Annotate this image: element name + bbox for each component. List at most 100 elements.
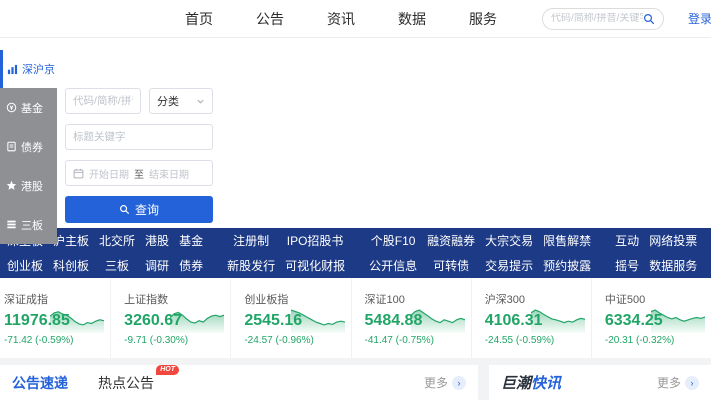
hot-badge: HOT xyxy=(156,365,179,375)
market-sidebar: 深沪京 基金 债券 xyxy=(0,50,57,244)
global-search-input[interactable] xyxy=(551,13,643,24)
tab-hot-announcements[interactable]: 热点公告 HOT xyxy=(98,373,154,393)
mega-link[interactable]: 互动 xyxy=(615,232,639,249)
nav-services[interactable]: 服务 xyxy=(469,9,497,29)
index-value: 2545.16 xyxy=(244,312,290,330)
index-change: -9.71 (-0.30%) xyxy=(124,335,170,346)
index-card-cybz[interactable]: 创业板指 2545.16 -24.57 (-0.96%) xyxy=(230,278,350,358)
sidebar-item-shenhujing[interactable]: 深沪京 xyxy=(0,50,57,88)
mega-link[interactable]: 科创板 xyxy=(53,257,89,274)
juchao-news-panel: 巨潮快讯 更多 › xyxy=(489,365,711,400)
nav-news[interactable]: 资讯 xyxy=(327,9,355,29)
code-input[interactable] xyxy=(73,95,133,107)
index-change: -41.47 (-0.75%) xyxy=(365,335,411,346)
sparkline-chart xyxy=(50,303,104,333)
nav-home[interactable]: 首页 xyxy=(185,9,213,29)
index-card-hs300[interactable]: 沪深300 4106.31 -24.55 (-0.59%) xyxy=(471,278,591,358)
mega-link[interactable]: 公开信息 xyxy=(369,257,417,274)
calendar-icon xyxy=(73,168,84,179)
more-link[interactable]: 更多 › xyxy=(657,374,699,391)
sidebar-item-label: 港股 xyxy=(21,178,43,194)
mega-link[interactable]: 融资融券 xyxy=(427,232,475,249)
sparkline-chart xyxy=(531,303,585,333)
index-change: -24.57 (-0.96%) xyxy=(244,335,290,346)
index-value: 11976.85 xyxy=(4,312,50,330)
top-header: 首页 公告 资讯 数据 服务 登录 注册 xyxy=(0,0,711,38)
mega-link[interactable]: 新股发行 xyxy=(227,257,275,274)
mega-link[interactable]: 基金 xyxy=(179,232,203,249)
code-field-wrap xyxy=(65,88,141,114)
index-value: 5484.88 xyxy=(365,312,411,330)
category-value: 分类 xyxy=(157,93,179,109)
mega-nav: 深主板 创业板 沪主板 科创板 北交所 三板 港股 调研 基金 债券 注册制 新… xyxy=(0,228,711,278)
mega-link[interactable]: 可转债 xyxy=(427,257,475,274)
main-area: 深沪京 基金 债券 xyxy=(0,38,711,228)
star-icon xyxy=(6,180,17,191)
category-select[interactable]: 分类 xyxy=(149,88,213,114)
mega-link[interactable]: 交易提示 xyxy=(485,257,533,274)
global-search[interactable] xyxy=(542,8,664,30)
keyword-field-wrap xyxy=(65,124,213,150)
index-card-zz500[interactable]: 中证500 6334.25 -20.31 (-0.32%) xyxy=(591,278,711,358)
sidebar-item-hk-stocks[interactable]: 港股 xyxy=(0,166,57,205)
mega-link[interactable]: 限售解禁 xyxy=(543,232,591,249)
index-change: -24.55 (-0.59%) xyxy=(485,335,531,346)
announcement-query-form: 分类 xyxy=(65,88,213,223)
mega-link[interactable]: 调研 xyxy=(145,257,169,274)
board-icon xyxy=(6,219,17,230)
sidebar-item-bonds[interactable]: 债券 xyxy=(0,127,57,166)
mega-link[interactable]: 预约披露 xyxy=(543,257,591,274)
mega-link[interactable]: 可视化财报 xyxy=(285,257,345,274)
mega-link[interactable]: 个股F10 xyxy=(369,232,417,249)
index-card-sz100[interactable]: 深证100 5484.88 -41.47 (-0.75%) xyxy=(351,278,471,358)
end-date-placeholder[interactable]: 结束日期 xyxy=(149,166,189,181)
mega-group-ipo: 注册制 新股发行 IPO招股书 可视化财报 xyxy=(222,232,350,274)
index-name: 深证成指 xyxy=(4,291,50,307)
bar-chart-icon xyxy=(7,64,18,75)
juchao-news-title: 巨潮快讯 xyxy=(501,372,561,393)
index-value: 3260.67 xyxy=(124,312,170,330)
mega-link[interactable]: 港股 xyxy=(145,232,169,249)
index-name: 中证500 xyxy=(605,291,651,307)
mega-link[interactable]: 沪主板 xyxy=(53,232,89,249)
query-button[interactable]: 查询 xyxy=(65,196,213,223)
mega-link[interactable]: 数据服务 xyxy=(649,257,697,274)
sidebar-item-label: 三板 xyxy=(21,217,43,233)
sidebar-item-label: 债券 xyxy=(21,139,43,155)
index-card-szcz[interactable]: 深证成指 11976.85 -71.42 (-0.59%) xyxy=(0,278,110,358)
index-name: 创业板指 xyxy=(244,291,290,307)
mega-link[interactable]: 大宗交易 xyxy=(485,232,533,249)
index-name: 深证100 xyxy=(365,291,411,307)
sidebar-item-third-board[interactable]: 三板 xyxy=(0,205,57,244)
date-separator: 至 xyxy=(134,166,144,181)
date-range-picker[interactable]: 开始日期 至 结束日期 xyxy=(65,160,213,186)
login-link[interactable]: 登录 xyxy=(688,10,711,27)
arrow-right-icon: › xyxy=(452,376,466,390)
search-icon[interactable] xyxy=(643,13,655,25)
mega-link[interactable]: 摇号 xyxy=(615,257,639,274)
sidebar-item-label: 基金 xyxy=(21,100,43,116)
index-card-szzs[interactable]: 上证指数 3260.67 -9.71 (-0.30%) xyxy=(110,278,230,358)
keyword-input[interactable] xyxy=(73,131,205,143)
start-date-placeholder[interactable]: 开始日期 xyxy=(89,166,129,181)
search-icon xyxy=(119,204,130,215)
sparkline-chart xyxy=(291,303,345,333)
mega-link[interactable]: IPO招股书 xyxy=(285,232,345,249)
nav-announcements[interactable]: 公告 xyxy=(256,9,284,29)
tab-announcement-express[interactable]: 公告速递 xyxy=(12,373,68,393)
more-link[interactable]: 更多 › xyxy=(424,374,466,391)
mega-link[interactable]: 创业板 xyxy=(7,257,43,274)
index-value: 6334.25 xyxy=(605,312,651,330)
sparkline-chart xyxy=(411,303,465,333)
mega-link[interactable]: 三板 xyxy=(99,257,135,274)
mega-link[interactable]: 网络投票 xyxy=(649,232,697,249)
mega-group-services: 互动 摇号 网络投票 数据服务 xyxy=(610,232,702,274)
mega-link[interactable]: 债券 xyxy=(179,257,203,274)
announcements-panel: 公告速递 热点公告 HOT 更多 › xyxy=(0,365,478,400)
sidebar-item-funds[interactable]: 基金 xyxy=(0,88,57,127)
mega-group-stock-info: 个股F10 公开信息 融资融券 可转债 大宗交易 交易提示 限售解禁 预约披露 xyxy=(364,232,596,274)
index-change: -71.42 (-0.59%) xyxy=(4,335,50,346)
mega-link[interactable]: 注册制 xyxy=(227,232,275,249)
nav-data[interactable]: 数据 xyxy=(398,9,426,29)
mega-link[interactable]: 北交所 xyxy=(99,232,135,249)
